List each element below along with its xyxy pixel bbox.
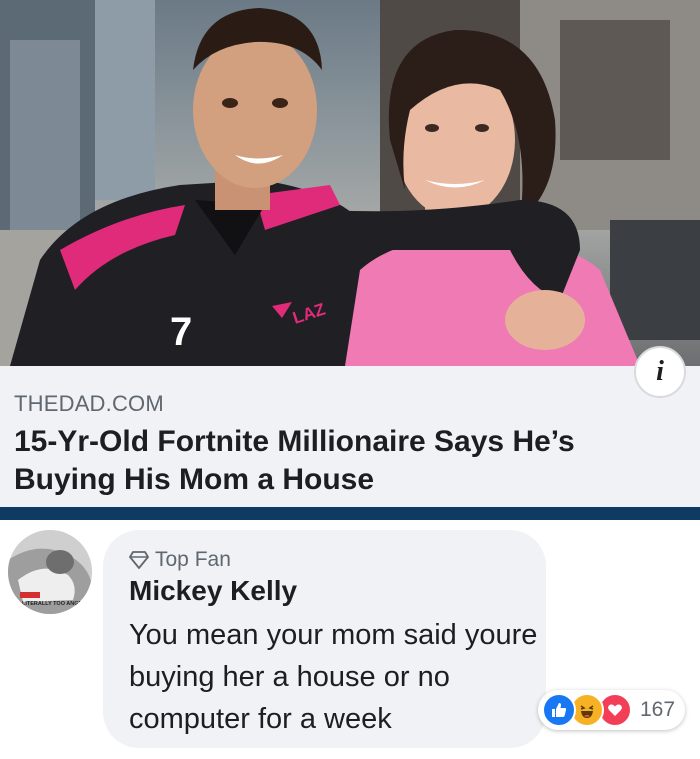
info-icon[interactable]: i bbox=[634, 346, 686, 398]
article-photo[interactable]: 7 LAZ bbox=[0, 0, 700, 366]
reaction-count: 167 bbox=[640, 698, 676, 721]
article-photo-illustration: 7 LAZ bbox=[0, 0, 700, 366]
link-headline[interactable]: 15-Yr-Old Fortnite Millionaire Says He’s… bbox=[14, 423, 654, 499]
avatar-caption: LITERALLY TOO ANGRY bbox=[22, 601, 86, 607]
diamond-icon bbox=[129, 551, 149, 569]
jersey-number: 7 bbox=[170, 310, 192, 354]
comment-author[interactable]: Mickey Kelly bbox=[129, 575, 297, 607]
like-icon bbox=[542, 693, 576, 727]
comment-bubble[interactable]: Top Fan Mickey Kelly You mean your mom s… bbox=[103, 530, 546, 748]
accent-divider bbox=[0, 507, 700, 520]
link-preview-meta[interactable]: THEDAD.COM 15-Yr-Old Fortnite Millionair… bbox=[0, 366, 700, 507]
link-domain: THEDAD.COM bbox=[14, 391, 164, 416]
comment-text: You mean your mom said youre buying her … bbox=[129, 619, 538, 735]
top-fan-badge: Top Fan bbox=[129, 548, 231, 572]
avatar[interactable]: LITERALLY TOO ANGRY bbox=[8, 530, 92, 614]
avatar-image: LITERALLY TOO ANGRY bbox=[8, 530, 92, 614]
top-fan-label: Top Fan bbox=[155, 548, 231, 571]
reactions-summary[interactable]: 167 bbox=[538, 690, 686, 730]
